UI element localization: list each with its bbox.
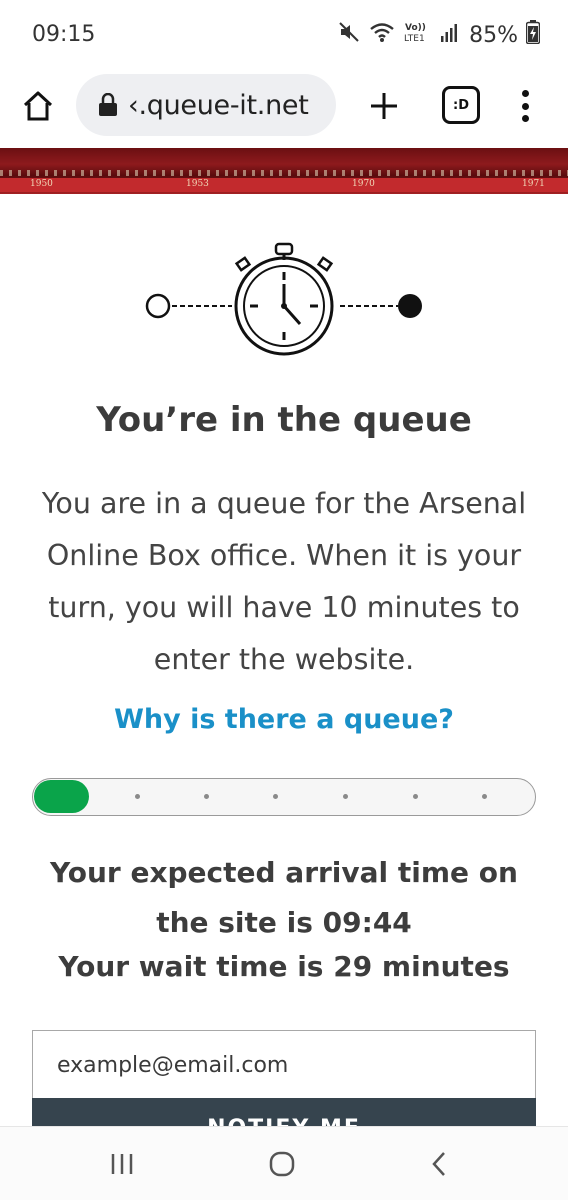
mute-icon xyxy=(337,20,361,50)
system-nav-bar xyxy=(0,1126,568,1200)
stadium-banner: 1950 1953 1970 1971 xyxy=(0,148,568,194)
email-field[interactable] xyxy=(32,1030,536,1100)
wait-time-text: Your wait time is 29 minutes xyxy=(58,950,510,983)
banner-year: 1971 xyxy=(522,179,545,189)
plus-icon xyxy=(371,93,397,119)
home-nav-button[interactable] xyxy=(262,1147,302,1181)
queue-progress-bar xyxy=(32,778,536,816)
more-vert-icon[interactable] xyxy=(510,86,540,126)
svg-text:Vo)): Vo)) xyxy=(405,23,426,33)
home-circle-icon xyxy=(269,1151,295,1177)
queue-description: You are in a queue for the Arsenal Onlin… xyxy=(41,487,527,676)
browser-toolbar: ‹.queue-it.net :D xyxy=(0,72,568,144)
progress-fill xyxy=(34,780,89,813)
status-bar: 09:15 Vo)) LTE1 85% xyxy=(0,0,568,72)
progress-dot xyxy=(343,794,348,799)
back-button[interactable] xyxy=(420,1147,460,1181)
progress-dot xyxy=(273,794,278,799)
signal-icon xyxy=(441,22,458,48)
progress-dot xyxy=(413,794,418,799)
banner-year: 1970 xyxy=(352,179,375,189)
progress-dot xyxy=(482,794,487,799)
progress-dot xyxy=(135,794,140,799)
recent-apps-icon xyxy=(111,1154,133,1174)
recent-apps-button[interactable] xyxy=(102,1147,142,1181)
back-icon xyxy=(432,1152,445,1176)
status-time: 09:15 xyxy=(32,22,96,47)
home-button[interactable] xyxy=(18,86,58,126)
new-tab-button[interactable] xyxy=(362,84,406,128)
progress-dot xyxy=(204,794,209,799)
address-bar[interactable]: ‹.queue-it.net xyxy=(76,74,336,136)
svg-text:LTE1: LTE1 xyxy=(404,34,425,44)
stopwatch-icon xyxy=(145,242,422,356)
home-icon xyxy=(23,91,53,121)
banner-year: 1950 xyxy=(30,179,53,189)
tabs-button[interactable]: :D xyxy=(442,86,480,124)
expected-arrival-text: Your expected arrival time on the site i… xyxy=(50,856,518,939)
lock-icon xyxy=(99,93,117,116)
tabs-icon: :D xyxy=(453,97,469,113)
wifi-icon xyxy=(369,21,395,49)
status-icons: Vo)) LTE1 85% xyxy=(337,20,541,50)
volte-icon: Vo)) LTE1 xyxy=(403,20,433,50)
battery-percent: 85% xyxy=(469,22,518,48)
page-title: You’re in the queue xyxy=(96,400,472,440)
battery-charging-icon xyxy=(525,20,541,50)
url-text: ‹.queue-it.net xyxy=(128,89,309,121)
banner-year: 1953 xyxy=(186,179,209,189)
why-queue-link[interactable]: Why is there a queue? xyxy=(0,704,568,735)
